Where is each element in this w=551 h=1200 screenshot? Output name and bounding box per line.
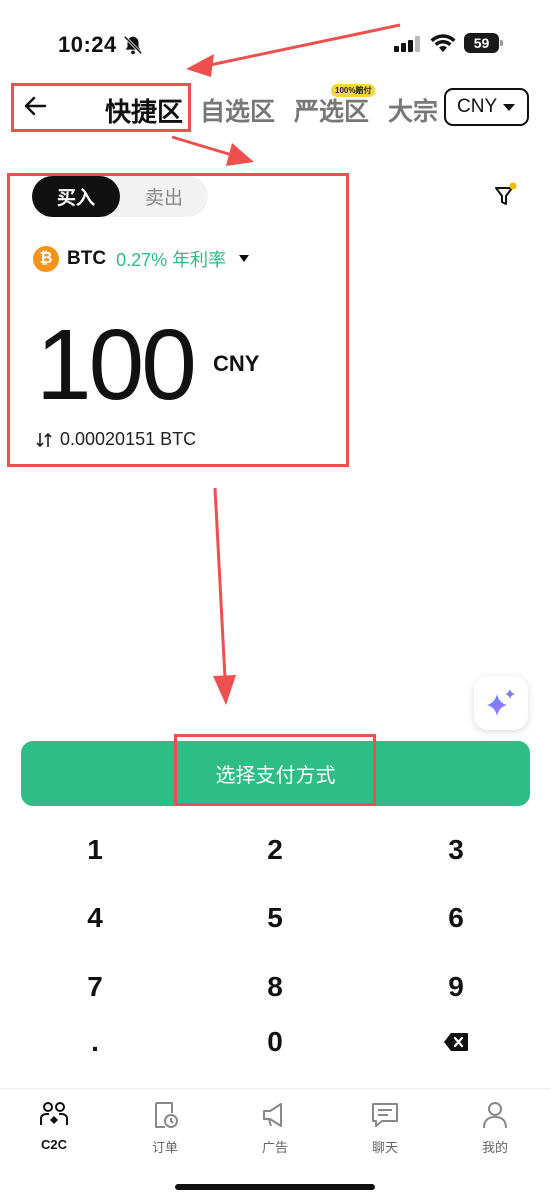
select-payment-button[interactable]: 选择支付方式	[21, 741, 530, 806]
order-icon	[155, 1102, 178, 1128]
wifi-icon	[430, 34, 456, 52]
key-4[interactable]: 4	[35, 893, 155, 943]
chevron-down-icon	[503, 104, 515, 111]
converted-amount-row[interactable]: 0.00020151 BTC	[35, 429, 196, 450]
key-9[interactable]: 9	[396, 962, 516, 1012]
tab-quick[interactable]: 快捷区	[105, 92, 183, 129]
tabbar-c2c[interactable]: C2C	[9, 1099, 99, 1159]
chat-icon	[372, 1103, 398, 1127]
currency-value: CNY	[457, 96, 498, 117]
battery-icon: 59	[464, 33, 504, 53]
tabbar-label: 广告	[261, 1140, 288, 1155]
key-3[interactable]: 3	[396, 825, 516, 875]
amount-value: 100	[36, 309, 197, 421]
buy-button[interactable]: 买入	[32, 176, 120, 217]
bell-slash-icon	[123, 35, 143, 55]
key-backspace[interactable]	[396, 1017, 516, 1067]
btc-icon: ₿	[33, 246, 59, 272]
converted-amount: 0.00020151 BTC	[60, 429, 197, 449]
home-indicator	[175, 1184, 375, 1190]
guarantee-badge: 100%赔付	[331, 84, 376, 97]
key-8[interactable]: 8	[215, 962, 335, 1012]
key-1[interactable]: 1	[35, 825, 155, 875]
key-5[interactable]: 5	[215, 893, 335, 943]
user-icon	[483, 1102, 507, 1129]
ai-assistant-button[interactable]	[474, 676, 528, 730]
filter-icon[interactable]	[492, 182, 520, 210]
key-2[interactable]: 2	[215, 825, 335, 875]
currency-select[interactable]: CNY	[444, 88, 529, 126]
buy-sell-toggle: 买入 卖出	[32, 176, 208, 217]
key-6[interactable]: 6	[396, 893, 516, 943]
tabbar-ads[interactable]: 广告	[230, 1099, 320, 1159]
tabbar-label: 聊天	[371, 1140, 398, 1155]
tabbar-label: 我的	[481, 1140, 508, 1155]
status-bar: 10:24 59	[0, 0, 551, 80]
tabbar-label: 订单	[151, 1140, 178, 1155]
coin-rate: 0.27% 年利率	[116, 250, 227, 270]
backspace-icon	[444, 1033, 468, 1051]
tab-bulk[interactable]: 大宗	[388, 92, 438, 128]
tabbar-orders[interactable]: 订单	[120, 1099, 210, 1159]
battery-level: 59	[464, 33, 499, 53]
chevron-down-icon	[239, 255, 249, 262]
c2c-icon	[40, 1102, 68, 1125]
status-time: 10:24	[58, 32, 117, 57]
key-0[interactable]: 0	[215, 1017, 335, 1067]
coin-name: BTC	[67, 248, 107, 269]
sparkle-icon	[487, 689, 515, 716]
amount-unit: CNY	[213, 351, 260, 376]
arrow-left-icon[interactable]	[22, 93, 48, 119]
coin-selector[interactable]: ₿ BTC 0.27% 年利率	[33, 245, 249, 273]
swap-icon	[36, 432, 52, 447]
key-7[interactable]: 7	[35, 962, 155, 1012]
megaphone-icon	[263, 1103, 282, 1127]
tabbar-label: C2C	[40, 1137, 67, 1152]
tabbar-profile[interactable]: 我的	[450, 1099, 540, 1159]
sell-button[interactable]: 卖出	[120, 176, 208, 217]
key-decimal[interactable]: .	[35, 1017, 155, 1067]
tab-selected[interactable]: 严选区	[294, 92, 369, 128]
tab-favorites[interactable]: 自选区	[200, 92, 275, 128]
signal-icon	[394, 36, 420, 52]
tabbar-chat[interactable]: 聊天	[340, 1099, 430, 1159]
